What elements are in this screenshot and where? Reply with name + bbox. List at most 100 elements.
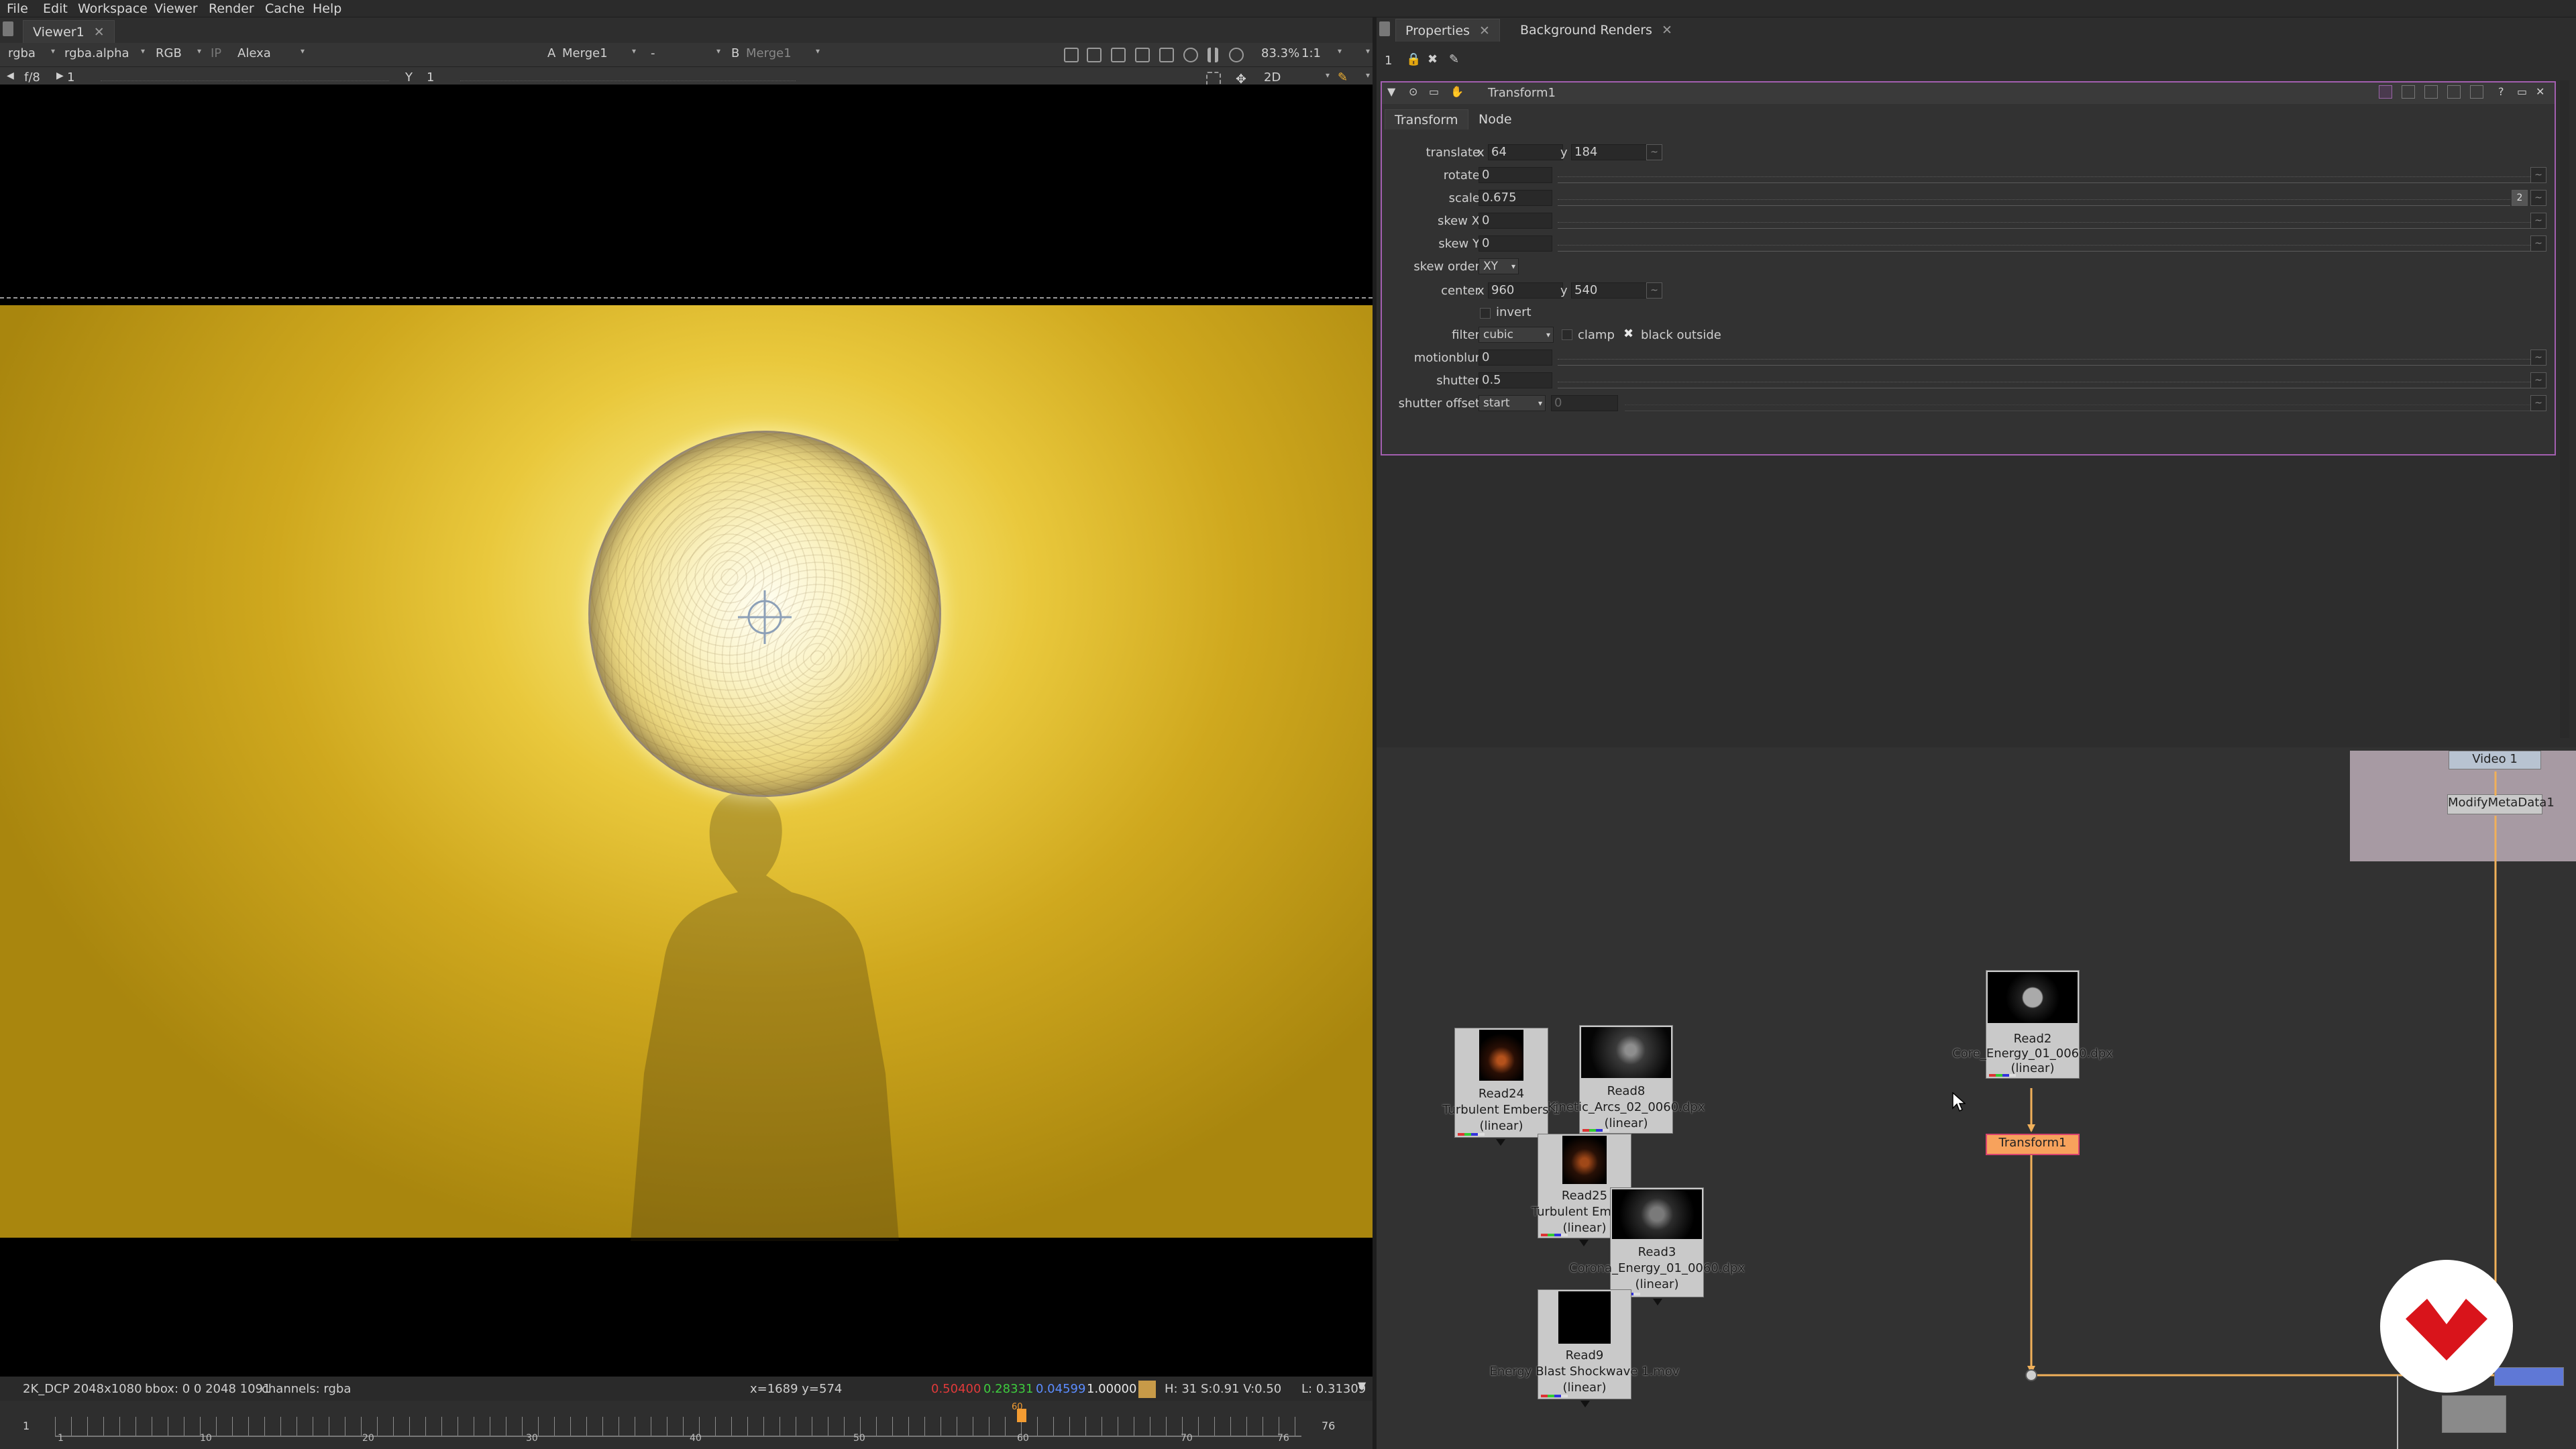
tab-viewer1[interactable]: Viewer1 ✕ — [23, 20, 115, 43]
viewer-toggle-icon[interactable] — [2424, 85, 2438, 99]
menu-workspace[interactable]: Workspace — [78, 1, 148, 16]
tab-properties[interactable]: Properties ✕ — [1395, 19, 1500, 42]
menu-viewer[interactable]: Viewer — [154, 1, 198, 16]
menu-cache[interactable]: Cache — [265, 1, 305, 16]
float-icon[interactable]: ✋ — [1450, 85, 1464, 98]
wipe-icon[interactable] — [1111, 48, 1126, 62]
node-color-swatch[interactable] — [2379, 85, 2392, 99]
center-x-field[interactable]: 960 — [1488, 282, 1563, 299]
transform-center-crosshair-icon[interactable] — [738, 590, 792, 644]
motionblur-field[interactable]: 0 — [1479, 350, 1552, 366]
translate-anim-icon[interactable]: ~ — [1646, 144, 1662, 160]
tab-background-renders[interactable]: Background Renders ✕ — [1511, 19, 1682, 42]
center-y-field[interactable]: 540 — [1571, 282, 1654, 299]
read24-output-pin[interactable] — [1496, 1139, 1505, 1146]
pencil-icon[interactable]: ✎ — [1449, 52, 1459, 66]
pane-menu-icon[interactable] — [1379, 21, 1390, 36]
mask-icon[interactable] — [1159, 48, 1174, 62]
ip-button[interactable]: IP — [211, 46, 237, 64]
read9-node[interactable]: Read9 Energy Blast Shockwave 1.mov (line… — [1489, 1289, 1680, 1399]
rotate-anim-icon[interactable]: ~ — [2530, 167, 2546, 183]
roi-icon[interactable] — [1064, 48, 1079, 62]
read3-node[interactable]: Read3 Corona_Energy_01_0060.dpx (linear) — [1569, 1187, 1745, 1297]
revert-icon[interactable] — [2402, 85, 2415, 99]
shutter-custom-slider[interactable] — [1625, 395, 2532, 411]
close-icon[interactable]: ✕ — [2536, 85, 2544, 98]
skewx-anim-icon[interactable]: ~ — [2530, 213, 2546, 229]
display-channels-dropdown[interactable]: RGB ▾ — [156, 46, 201, 64]
channels-dropdown[interactable]: rgba ▾ — [8, 46, 55, 64]
read9-output-pin[interactable] — [1580, 1401, 1590, 1407]
refresh-icon[interactable] — [1183, 48, 1198, 62]
input-op-dropdown[interactable]: - ▾ — [651, 46, 720, 64]
filter-dropdown[interactable]: cubic ▾ — [1479, 327, 1554, 343]
node-color-icon[interactable]: ▭ — [1429, 85, 1439, 98]
read3-output-pin[interactable] — [1653, 1299, 1662, 1305]
scale-anim-icon[interactable]: ~ — [2530, 190, 2546, 206]
undo-icon[interactable] — [2447, 85, 2461, 99]
translate-x-field[interactable]: 64 — [1488, 144, 1563, 160]
transform1-node[interactable]: Transform1 — [1986, 1134, 2080, 1155]
question-icon[interactable]: ? — [2498, 85, 2504, 98]
skewx-slider[interactable] — [1558, 213, 2532, 229]
redo-icon[interactable] — [2470, 85, 2483, 99]
viewer-node-partial[interactable] — [2442, 1395, 2506, 1433]
center-anim-icon[interactable]: ~ — [1646, 282, 1662, 299]
max-panels-count[interactable]: 1 — [1385, 54, 1392, 68]
status-menu-icon[interactable]: ▼ — [1358, 1379, 1366, 1392]
collapse-icon[interactable]: ▼ — [1387, 85, 1395, 98]
node-name-field[interactable]: Transform1 — [1488, 86, 1556, 100]
viewer-more-dropdown[interactable]: ▾ — [1350, 46, 1370, 64]
viewer-lut-dropdown[interactable]: Alexa ▾ — [237, 46, 305, 64]
rotate-field[interactable]: 0 — [1479, 167, 1552, 183]
motionblur-slider[interactable] — [1558, 350, 2532, 366]
scale-dim-button[interactable]: 2 — [2512, 190, 2528, 206]
lock-icon[interactable]: 🔒 — [1406, 52, 1421, 66]
menu-render[interactable]: Render — [209, 1, 254, 16]
close-icon[interactable]: ✕ — [1662, 23, 1672, 38]
menu-help[interactable]: Help — [313, 1, 341, 16]
skewy-field[interactable]: 0 — [1479, 235, 1552, 252]
menu-file[interactable]: File — [7, 1, 28, 16]
menu-edit[interactable]: Edit — [43, 1, 68, 16]
alpha-channel-dropdown[interactable]: rgba.alpha ▾ — [64, 46, 145, 64]
rotate-slider[interactable] — [1558, 167, 2532, 183]
shutter-slider[interactable] — [1558, 372, 2532, 388]
close-all-icon[interactable]: ✖ — [1428, 52, 1438, 66]
gear-icon[interactable] — [1229, 48, 1244, 62]
black-outside-checkmark-icon[interactable]: ✖ — [1623, 327, 1633, 341]
skewy-slider[interactable] — [1558, 235, 2532, 252]
timeline-start[interactable]: 1 — [23, 1419, 30, 1432]
overlay-icon[interactable] — [1135, 48, 1150, 62]
close-icon[interactable]: ✕ — [1479, 23, 1490, 38]
clamp-checkbox[interactable] — [1562, 329, 1572, 340]
scale-field[interactable]: 0.675 — [1479, 190, 1552, 206]
maximize-icon[interactable]: ▭ — [2517, 85, 2527, 98]
tab-node[interactable]: Node — [1469, 109, 1521, 129]
invert-checkbox[interactable] — [1480, 308, 1491, 319]
zoom-value[interactable]: 83.3% — [1261, 46, 1299, 64]
tab-transform[interactable]: Transform — [1385, 109, 1468, 129]
scale-slider[interactable] — [1558, 190, 2510, 206]
skewx-field[interactable]: 0 — [1479, 213, 1552, 229]
read2-node[interactable]: Read2 Core_Energy_01_0060.dpx (linear) — [1952, 970, 2113, 1079]
pane-menu-icon[interactable] — [3, 21, 13, 36]
motionblur-anim-icon[interactable]: ~ — [2530, 350, 2546, 366]
translate-y-field[interactable]: 184 — [1571, 144, 1654, 160]
shutter-field[interactable]: 0.5 — [1479, 372, 1552, 388]
skew-order-dropdown[interactable]: XY ▾ — [1479, 258, 1519, 274]
skewy-anim-icon[interactable]: ~ — [2530, 235, 2546, 252]
timeline-ruler[interactable] — [55, 1417, 1301, 1437]
shutter-custom-anim-icon[interactable]: ~ — [2530, 395, 2546, 411]
input-a-dropdown[interactable]: Merge1 ▾ — [562, 46, 636, 64]
shutter-offset-dropdown[interactable]: start ▾ — [1479, 395, 1546, 411]
close-icon[interactable]: ✕ — [94, 25, 105, 40]
shutter-custom-field[interactable]: 0 — [1551, 395, 1618, 411]
input-b-dropdown[interactable]: Merge1 ▾ — [746, 46, 820, 64]
timeline-end[interactable]: 76 — [1322, 1419, 1335, 1432]
properties-scrollbar[interactable] — [2560, 80, 2569, 738]
help-icon[interactable]: ⊙ — [1409, 85, 1417, 98]
shutter-anim-icon[interactable]: ~ — [2530, 372, 2546, 388]
proxy-icon[interactable] — [1087, 48, 1102, 62]
pause-icon[interactable] — [1208, 48, 1218, 62]
